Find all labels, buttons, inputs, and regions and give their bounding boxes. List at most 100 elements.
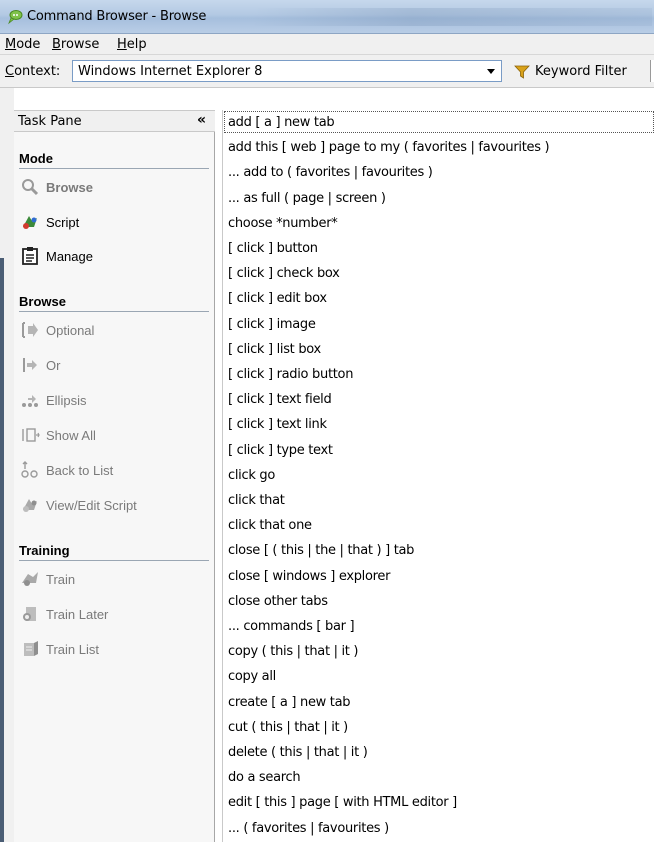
context-dropdown-value: Windows Internet Explorer 8 — [78, 64, 263, 79]
command-row[interactable]: click that one — [223, 513, 654, 538]
task-train-later[interactable]: Train Later — [20, 604, 208, 626]
command-row[interactable]: [ click ] image — [223, 312, 654, 337]
command-row[interactable]: ... as full ( page | screen ) — [223, 186, 654, 211]
command-row[interactable]: add [ a ] new tab — [223, 110, 654, 135]
task-manage-label: Manage — [46, 249, 93, 264]
keyword-filter-label: Keyword Filter — [535, 64, 627, 79]
command-text: click go — [228, 467, 275, 483]
command-text: copy ( this | that | it ) — [228, 644, 359, 660]
or-icon — [23, 358, 37, 372]
command-text: edit [ this ] page [ with HTML editor ] — [228, 795, 457, 811]
command-row[interactable]: [ click ] text field — [223, 387, 654, 412]
command-text: ... commands [ bar ] — [228, 619, 355, 634]
task-pane-header: Task Pane « — [14, 110, 215, 132]
menu-help[interactable]: Help — [117, 37, 147, 52]
funnel-icon — [514, 65, 530, 79]
command-row[interactable]: create [ a ] new tab — [223, 690, 654, 715]
command-row[interactable]: [ click ] edit box — [223, 286, 654, 311]
task-manage[interactable]: Manage — [20, 246, 208, 268]
command-text: choose *number* — [228, 215, 338, 231]
command-row[interactable]: do a search — [223, 765, 654, 790]
title-bar[interactable]: Command Browser - Browse — [0, 0, 654, 34]
task-show-all-label: Show All — [46, 428, 96, 443]
left-window-edge — [0, 88, 14, 842]
command-text: delete ( this | that | it ) — [228, 745, 368, 760]
command-text: ... as full ( page | screen ) — [228, 190, 386, 206]
menu-browse[interactable]: Browse — [52, 37, 99, 52]
command-row[interactable]: cut ( this | that | it ) — [223, 715, 654, 740]
command-row[interactable]: [ click ] text link — [223, 412, 654, 437]
task-view-edit-script[interactable]: View/Edit Script — [20, 495, 208, 517]
section-divider — [19, 168, 209, 169]
command-text: do a search — [228, 770, 301, 786]
ellipsis-icon — [22, 395, 38, 407]
task-script[interactable]: Script — [20, 212, 208, 234]
show-all-icon — [22, 428, 40, 442]
optional-icon — [22, 322, 38, 338]
command-text: [ click ] radio button — [228, 367, 354, 382]
command-text: add [ a ] new tab — [228, 115, 335, 130]
command-row[interactable]: [ click ] radio button — [223, 362, 654, 387]
command-row[interactable]: ... commands [ bar ] — [223, 614, 654, 639]
command-text: copy all — [228, 669, 276, 685]
command-row[interactable]: click that — [223, 488, 654, 513]
command-row[interactable]: edit [ this ] page [ with HTML editor ] — [223, 790, 654, 815]
command-text: close other tabs — [228, 593, 328, 609]
menu-mode[interactable]: Mode — [5, 37, 40, 52]
task-browse[interactable]: Browse — [20, 177, 208, 199]
command-text: [ click ] check box — [228, 266, 340, 282]
command-list[interactable]: add [ a ] new tab add this [ web ] page t… — [222, 110, 654, 842]
context-label: Context: — [5, 64, 61, 79]
command-row[interactable]: close [ ( this | the | that ) ] tab — [223, 538, 654, 563]
command-row[interactable]: click go — [223, 463, 654, 488]
command-row[interactable]: delete ( this | that | it ) — [223, 740, 654, 765]
command-row[interactable]: close [ windows ] explorer — [223, 564, 654, 589]
keyword-filter-input[interactable] — [650, 60, 654, 82]
command-text: [ click ] list box — [228, 341, 321, 357]
command-text: create [ a ] new tab — [228, 694, 351, 710]
train-list-icon — [24, 641, 38, 656]
task-back-to-list-label: Back to List — [46, 463, 114, 478]
command-row[interactable]: [ click ] check box — [223, 261, 654, 286]
script-icon — [23, 216, 37, 229]
dropdown-arrow-icon[interactable] — [487, 69, 495, 74]
command-row[interactable]: [ click ] button — [223, 236, 654, 261]
command-text: [ click ] button — [228, 241, 318, 256]
task-or[interactable]: Or — [20, 355, 208, 377]
command-row[interactable]: [ click ] list box — [223, 337, 654, 362]
command-row[interactable]: add this [ web ] page to my ( favorites … — [223, 135, 654, 160]
task-ellipsis[interactable]: Ellipsis — [20, 390, 208, 412]
command-text: cut ( this | that | it ) — [228, 719, 348, 735]
task-optional[interactable]: Optional — [20, 320, 208, 342]
task-script-label: Script — [46, 215, 80, 230]
keyword-filter-button[interactable]: Keyword Filter — [510, 62, 650, 82]
command-row[interactable]: choose *number* — [223, 211, 654, 236]
command-text: close [ windows ] explorer — [228, 568, 391, 584]
task-train-list[interactable]: Train List — [20, 639, 208, 661]
command-row[interactable]: close other tabs — [223, 589, 654, 614]
command-row[interactable]: ... ( favorites | favourites ) — [223, 816, 654, 841]
command-row[interactable]: copy ( this | that | it ) — [223, 639, 654, 664]
train-later-icon — [23, 607, 36, 621]
task-train-list-label: Train List — [46, 642, 99, 657]
task-show-all[interactable]: Show All — [20, 425, 208, 447]
context-dropdown[interactable]: Windows Internet Explorer 8 — [72, 60, 502, 82]
app-logo-icon — [8, 10, 23, 25]
collapse-pane-button[interactable]: « — [197, 112, 206, 128]
command-text: [ click ] edit box — [228, 291, 327, 307]
task-or-label: Or — [46, 358, 61, 373]
section-title-training: Training — [19, 543, 70, 558]
task-ellipsis-label: Ellipsis — [46, 393, 87, 408]
task-back-to-list[interactable]: Back to List — [20, 460, 208, 482]
task-train-later-label: Train Later — [46, 607, 109, 622]
task-train[interactable]: Train — [20, 569, 208, 591]
title-bar-glass — [252, 8, 652, 26]
command-row[interactable]: [ click ] type text — [223, 438, 654, 463]
command-row[interactable]: copy all — [223, 664, 654, 689]
command-text: close [ ( this | the | that ) ] tab — [228, 543, 415, 559]
command-row[interactable]: ... add to ( favorites | favourites ) — [223, 160, 654, 185]
command-text: click that one — [228, 518, 312, 534]
window-title: Command Browser - Browse — [27, 9, 207, 24]
task-pane-title: Task Pane — [18, 114, 82, 129]
task-pane: Task Pane « Mode Browse Script Manage Br… — [14, 110, 215, 842]
